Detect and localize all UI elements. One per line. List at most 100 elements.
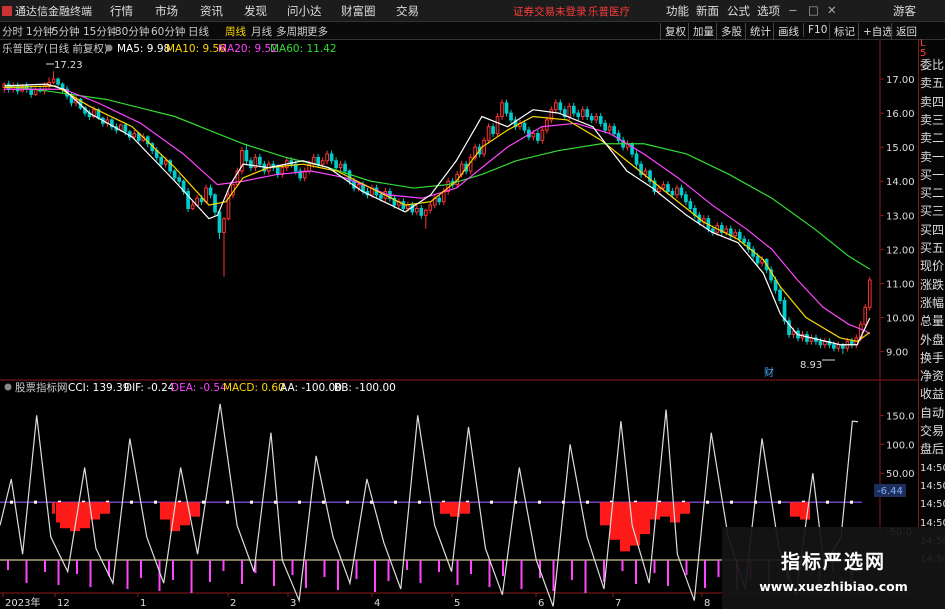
side-item[interactable]: 买五	[920, 241, 945, 256]
date-label: 2	[230, 598, 236, 609]
side-item[interactable]: 卖二	[920, 131, 945, 146]
side-item[interactable]: 买四	[920, 223, 945, 238]
candle-body	[630, 143, 634, 155]
side-item[interactable]: 卖四	[920, 95, 945, 110]
candle-body	[509, 112, 513, 121]
indicator-tick-label: 100.0	[886, 440, 915, 451]
side-item[interactable]: 净资	[920, 369, 945, 384]
period-tab[interactable]: 30分钟	[115, 24, 149, 39]
watermark-title: 指标严选网	[780, 551, 886, 573]
mark-button[interactable]: 标记	[829, 23, 859, 40]
period-tab[interactable]: 月线	[251, 24, 272, 39]
side-item[interactable]: 14:50	[920, 497, 945, 512]
zero-dot	[778, 500, 781, 504]
high-marker: 17.23	[54, 60, 83, 71]
zero-dot	[226, 500, 229, 504]
price-tick-label: 15.00	[886, 143, 915, 154]
macd-bar	[190, 502, 200, 517]
candle-body	[553, 102, 558, 111]
side-item[interactable]: 卖三	[920, 113, 945, 128]
side-item[interactable]: 总量	[920, 314, 945, 329]
period-tab[interactable]: 日线	[188, 24, 209, 39]
back-button[interactable]: 返回	[891, 23, 921, 40]
stats-button[interactable]: 统计	[745, 23, 775, 40]
candle-body	[338, 163, 343, 169]
minimize-icon[interactable]: −	[788, 3, 798, 17]
menu-formula[interactable]: 公式	[727, 3, 750, 19]
side-item[interactable]: 买二	[920, 186, 945, 201]
period-tab[interactable]: 分时	[2, 24, 23, 39]
period-tab-multi[interactable]: 更多	[307, 24, 328, 39]
candle-body	[482, 139, 486, 155]
side-item[interactable]: 卖一	[920, 150, 945, 165]
login-alert[interactable]: 证券交易未登录	[513, 4, 587, 19]
period-tab-daily[interactable]: 周线	[225, 24, 246, 39]
menu-options[interactable]: 选项	[757, 3, 780, 19]
side-item[interactable]: 交易	[920, 424, 945, 439]
side-item[interactable]: 买一	[920, 168, 945, 183]
f10-button[interactable]: F10	[803, 23, 831, 37]
period-tab[interactable]: 15分钟	[83, 24, 117, 39]
ma10-line	[4, 85, 871, 342]
candle-body	[661, 184, 666, 189]
side-item[interactable]: 14:50	[920, 479, 945, 494]
candle-body	[867, 279, 872, 308]
menu-wealth[interactable]: 财富圈	[341, 3, 376, 19]
indicator-settings-icon[interactable]	[4, 383, 12, 391]
menu-function[interactable]: 功能	[666, 3, 689, 19]
user-guest[interactable]: 游客	[893, 3, 916, 19]
menu-discover[interactable]: 发现	[244, 3, 267, 19]
period-tab[interactable]: 1分钟	[26, 24, 54, 39]
side-item[interactable]: 盘后	[920, 442, 945, 457]
side-item[interactable]: 卖五	[920, 76, 945, 91]
candle-body	[737, 231, 742, 240]
side-item[interactable]: 收益	[920, 387, 945, 402]
adjust-button[interactable]: 复权	[660, 23, 690, 40]
candle-body	[818, 340, 823, 346]
candle-body	[379, 194, 383, 199]
maximize-icon[interactable]: □	[808, 3, 819, 17]
current-value: -6.44	[877, 486, 903, 497]
volume-button[interactable]: 加量	[688, 23, 718, 40]
macd-bar	[160, 502, 170, 520]
candle-body	[585, 109, 590, 118]
menu-news[interactable]: 资讯	[200, 3, 223, 19]
date-label: 1	[140, 598, 146, 609]
candle-body	[208, 187, 213, 196]
side-item[interactable]: 换手	[920, 351, 945, 366]
candle-body	[558, 102, 563, 111]
date-label: 12	[57, 598, 70, 609]
ma20-line	[4, 88, 871, 335]
multi-stock-button[interactable]: 多股	[716, 23, 746, 40]
menu-hq[interactable]: 行情	[110, 3, 133, 19]
candle-body	[177, 177, 181, 182]
candle-body	[805, 334, 809, 342]
side-item[interactable]: 14:50	[920, 461, 945, 476]
side-item[interactable]: 委比	[920, 58, 945, 73]
zero-dot	[250, 500, 253, 504]
side-item[interactable]: 现价	[920, 259, 945, 274]
macd-bar	[600, 502, 610, 526]
candle-body	[684, 194, 688, 203]
candle-body	[190, 204, 195, 209]
menu-trade[interactable]: 交易	[396, 3, 419, 19]
side-item[interactable]: 涨幅	[920, 296, 945, 311]
side-item[interactable]: 买三	[920, 204, 945, 219]
side-item[interactable]: 涨跌	[920, 278, 945, 293]
period-tab[interactable]: 60分钟	[151, 24, 185, 39]
stock-alert[interactable]: 乐普医疗	[588, 4, 630, 19]
menu-market[interactable]: 市场	[155, 3, 178, 19]
side-item[interactable]: 自动	[920, 406, 945, 421]
period-tab[interactable]: 多周期	[276, 24, 308, 39]
candle-body	[159, 156, 164, 165]
close-icon[interactable]: ✕	[827, 3, 837, 17]
side-item[interactable]: 外盘	[920, 333, 945, 348]
chart-area[interactable]: 17.00 16.00 15.00 14.00 13.00 12.00 11.00 10.00…	[0, 40, 918, 609]
candlesticks	[2, 71, 872, 354]
menu-new-layout[interactable]: 新面	[696, 3, 719, 19]
draw-button[interactable]: 画线	[773, 23, 803, 40]
menu-ask[interactable]: 问小达	[287, 3, 322, 19]
settings-icon[interactable]	[105, 44, 113, 52]
period-tab[interactable]: 5分钟	[52, 24, 80, 39]
event-marker[interactable]: 财	[764, 366, 774, 379]
